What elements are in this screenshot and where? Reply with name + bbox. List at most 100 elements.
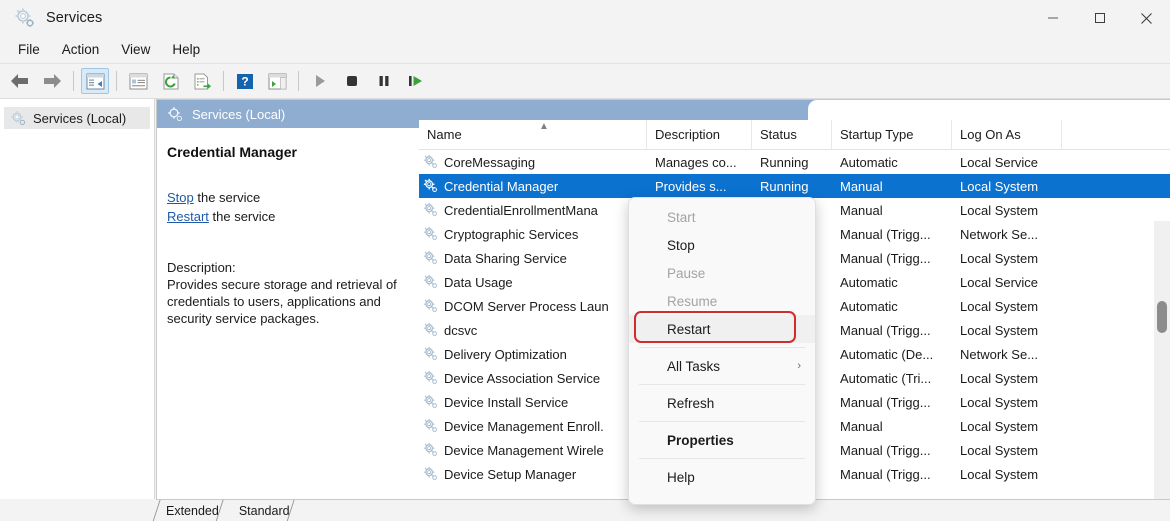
sort-ascending-caret: ▲ bbox=[539, 122, 549, 132]
column-header-log-on-as[interactable]: Log On As bbox=[952, 120, 1062, 150]
service-gear-icon bbox=[423, 394, 439, 410]
services-gear-icon bbox=[10, 110, 27, 127]
table-row[interactable]: CoreMessagingManages co...RunningAutomat… bbox=[419, 150, 1170, 174]
restart-service-link[interactable]: Restart bbox=[167, 209, 209, 224]
show-hide-action-pane-icon[interactable] bbox=[263, 68, 291, 94]
bottom-left-filler bbox=[0, 499, 156, 521]
cell-startup: Automatic bbox=[832, 270, 952, 294]
cell-startup: Manual (Trigg... bbox=[832, 462, 952, 486]
cell-startup: Manual bbox=[832, 174, 952, 198]
service-gear-icon bbox=[423, 442, 439, 458]
maximize-icon[interactable] bbox=[1076, 0, 1123, 36]
service-gear-icon bbox=[423, 250, 439, 266]
cell-name: Device Management Wirele bbox=[419, 438, 647, 462]
menu-help[interactable]: Help bbox=[162, 39, 210, 60]
start-service-icon[interactable] bbox=[306, 68, 334, 94]
cell-description: Manages co... bbox=[647, 150, 752, 174]
tab-extended[interactable]: Extended bbox=[156, 500, 229, 521]
column-header-description[interactable]: Description bbox=[647, 120, 752, 150]
cell-startup: Manual (Trigg... bbox=[832, 222, 952, 246]
toolbar-separator bbox=[73, 71, 74, 91]
cell-startup: Automatic bbox=[832, 150, 952, 174]
menu-separator bbox=[639, 384, 805, 385]
service-gear-icon bbox=[423, 346, 439, 362]
menu-separator bbox=[639, 458, 805, 459]
column-header-startup-type[interactable]: Startup Type bbox=[832, 120, 952, 150]
column-header-name[interactable]: Name bbox=[419, 120, 647, 150]
svg-text:?: ? bbox=[241, 74, 248, 88]
description-text: Provides secure storage and retrieval of… bbox=[167, 276, 405, 327]
stop-service-icon[interactable] bbox=[338, 68, 366, 94]
show-hide-console-tree-icon[interactable] bbox=[81, 68, 109, 94]
cell-logon: Local System bbox=[952, 438, 1062, 462]
minimize-icon[interactable] bbox=[1029, 0, 1076, 36]
service-gear-icon bbox=[423, 466, 439, 482]
service-details-panel: Credential Manager Stop the service Rest… bbox=[157, 128, 419, 500]
services-gear-icon bbox=[167, 106, 184, 123]
menu-file[interactable]: File bbox=[8, 39, 50, 60]
grid-scrollbar-thumb[interactable] bbox=[1157, 301, 1167, 333]
sidebar-item-label: Services (Local) bbox=[33, 111, 126, 126]
cell-startup: Automatic (De... bbox=[832, 342, 952, 366]
cell-logon: Network Se... bbox=[952, 342, 1062, 366]
forward-icon[interactable] bbox=[38, 68, 66, 94]
cell-startup: Manual (Trigg... bbox=[832, 246, 952, 270]
service-gear-icon bbox=[423, 226, 439, 242]
service-gear-icon bbox=[423, 370, 439, 386]
cell-description: Provides s... bbox=[647, 174, 752, 198]
cell-logon: Network Se... bbox=[952, 222, 1062, 246]
cell-startup: Manual (Trigg... bbox=[832, 438, 952, 462]
menu-view[interactable]: View bbox=[111, 39, 160, 60]
cell-logon: Local System bbox=[952, 462, 1062, 486]
cell-logon: Local System bbox=[952, 414, 1062, 438]
service-action-links: Stop the service Restart the service bbox=[167, 188, 405, 226]
restart-service-row: Restart the service bbox=[167, 207, 405, 226]
cell-name: Device Install Service bbox=[419, 390, 647, 414]
back-icon[interactable] bbox=[6, 68, 34, 94]
cell-startup: Manual (Trigg... bbox=[832, 390, 952, 414]
grid-vertical-scrollbar[interactable] bbox=[1154, 221, 1170, 521]
menu-action[interactable]: Action bbox=[52, 39, 110, 60]
sidebar-item-services-local[interactable]: Services (Local) bbox=[4, 107, 150, 129]
toolbar: ? bbox=[0, 64, 1170, 99]
menu-item-all-tasks[interactable]: All Tasks› bbox=[629, 352, 815, 380]
cell-logon: Local System bbox=[952, 366, 1062, 390]
column-header-status[interactable]: Status bbox=[752, 120, 832, 150]
close-icon[interactable] bbox=[1123, 0, 1170, 36]
stop-service-suffix: the service bbox=[194, 190, 260, 205]
restart-service-icon[interactable] bbox=[402, 68, 430, 94]
title-bar: Services bbox=[0, 0, 1170, 36]
menu-item-refresh[interactable]: Refresh bbox=[629, 389, 815, 417]
page-title: Credential Manager bbox=[167, 144, 405, 160]
cell-logon: Local Service bbox=[952, 150, 1062, 174]
toolbar-separator bbox=[298, 71, 299, 91]
menu-item-pause: Pause bbox=[629, 259, 815, 287]
menu-item-stop[interactable]: Stop bbox=[629, 231, 815, 259]
export-list-icon[interactable] bbox=[188, 68, 216, 94]
menu-item-restart[interactable]: Restart bbox=[629, 315, 815, 343]
menu-item-help[interactable]: Help bbox=[629, 463, 815, 491]
cell-status: Running bbox=[752, 174, 832, 198]
cell-startup: Manual (Trigg... bbox=[832, 318, 952, 342]
cell-logon: Local System bbox=[952, 246, 1062, 270]
cell-name: CoreMessaging bbox=[419, 150, 647, 174]
toolbar-separator bbox=[116, 71, 117, 91]
service-gear-icon bbox=[423, 322, 439, 338]
toolbar-separator bbox=[223, 71, 224, 91]
stop-service-link[interactable]: Stop bbox=[167, 190, 194, 205]
cell-name: Delivery Optimization bbox=[419, 342, 647, 366]
pause-service-icon[interactable] bbox=[370, 68, 398, 94]
service-gear-icon bbox=[423, 178, 439, 194]
help-icon[interactable]: ? bbox=[231, 68, 259, 94]
cell-name: CredentialEnrollmentMana bbox=[419, 198, 647, 222]
menu-bar: File Action View Help bbox=[0, 36, 1170, 64]
grid-header-row: ▲ NameDescriptionStatusStartup TypeLog O… bbox=[419, 120, 1170, 150]
menu-item-properties[interactable]: Properties bbox=[629, 426, 815, 454]
properties-icon[interactable] bbox=[124, 68, 152, 94]
service-context-menu[interactable]: StartStopPauseResumeRestartAll Tasks›Ref… bbox=[628, 197, 816, 505]
refresh-icon[interactable] bbox=[156, 68, 184, 94]
table-row[interactable]: Credential ManagerProvides s...RunningMa… bbox=[419, 174, 1170, 198]
cell-name: DCOM Server Process Laun bbox=[419, 294, 647, 318]
tab-standard[interactable]: Standard bbox=[229, 500, 300, 521]
cell-name: Cryptographic Services bbox=[419, 222, 647, 246]
